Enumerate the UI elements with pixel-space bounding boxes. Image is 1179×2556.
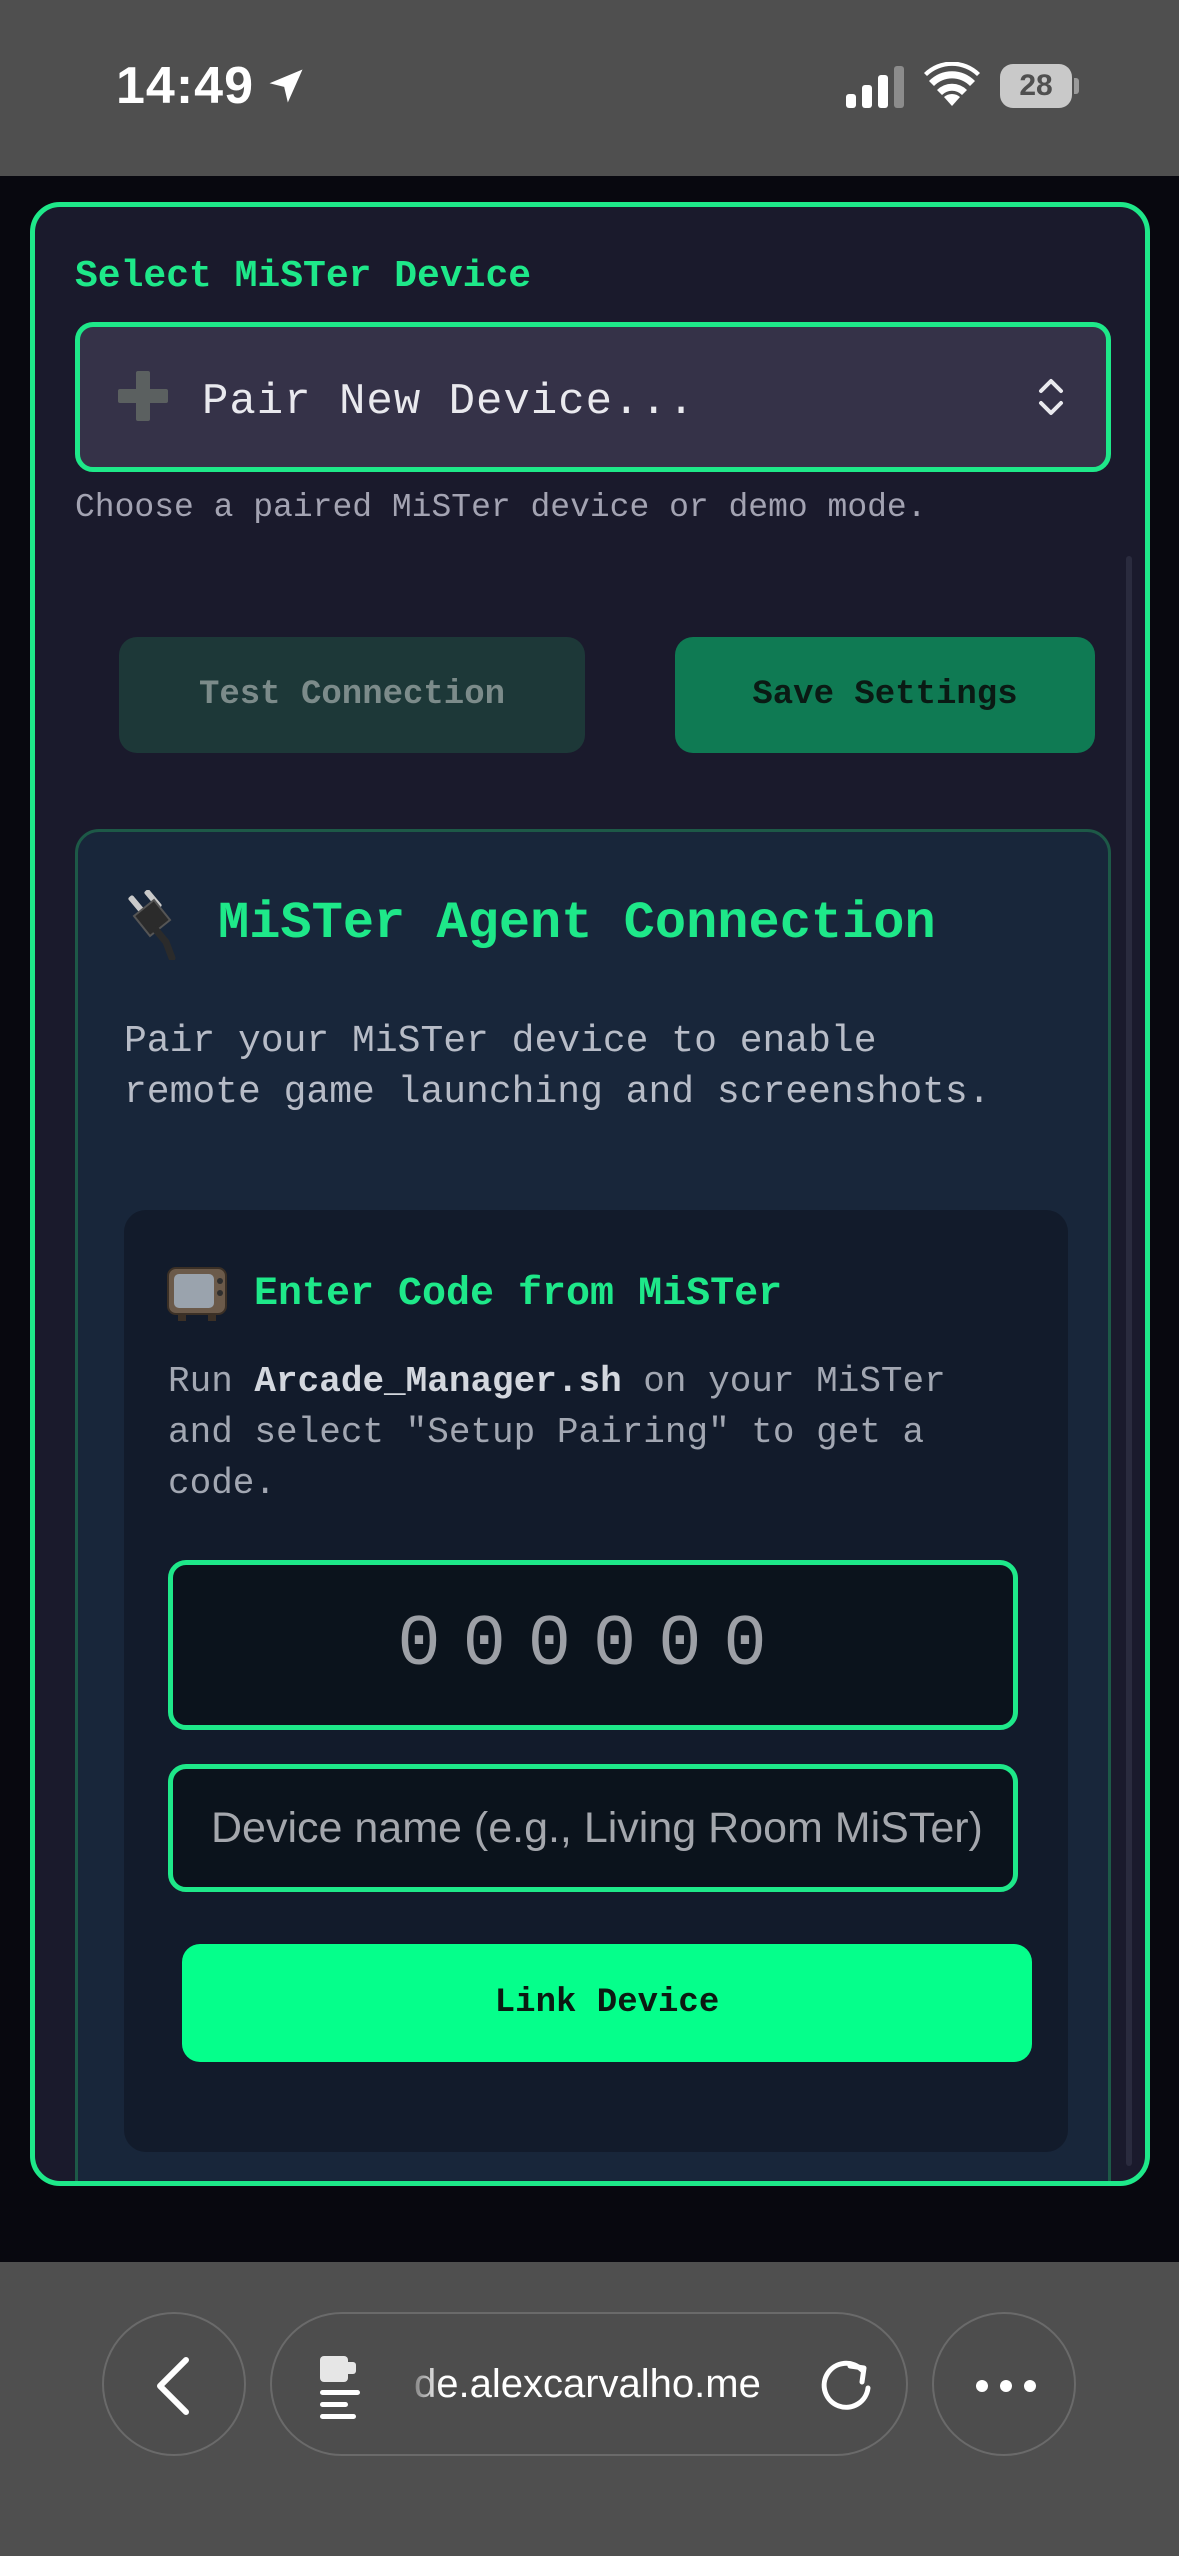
location-arrow-icon	[269, 69, 303, 103]
plug-icon	[128, 890, 176, 960]
save-settings-button[interactable]: Save Settings	[675, 637, 1095, 753]
url-fade	[402, 2344, 442, 2428]
chevron-up-down-icon	[1039, 379, 1063, 415]
more-dot-icon	[1024, 2380, 1036, 2392]
device-name-input[interactable]	[168, 1764, 1018, 1892]
pairing-section: Enter Code from MiSTer Run Arcade_Manage…	[124, 1210, 1068, 2152]
test-connection-button[interactable]: Test Connection	[119, 637, 585, 753]
pairing-code-input[interactable]	[168, 1560, 1018, 1730]
back-button[interactable]	[102, 2312, 246, 2456]
link-device-button[interactable]: Link Device	[182, 1944, 1032, 2062]
script-name: Arcade_Manager.sh	[254, 1361, 622, 1402]
more-dot-icon	[1000, 2380, 1012, 2392]
device-select-value: Pair New Device...	[202, 377, 696, 427]
status-bar: 14:49 28	[0, 0, 1179, 176]
pairing-instructions-prefix: Run	[168, 1361, 255, 1402]
pairing-instructions: Run Arcade_Manager.sh on your MiSTer and…	[168, 1356, 1008, 1509]
agent-connection-description: Pair your MiSTer device to enable remote…	[124, 1020, 991, 1114]
wifi-icon	[924, 62, 980, 106]
page-menu-icon	[320, 2356, 360, 2419]
battery-icon: 28	[1000, 64, 1079, 108]
agent-connection-card: MiSTer Agent Connection Pair your MiSTer…	[75, 829, 1111, 2181]
plus-icon	[118, 371, 168, 421]
status-time: 14:49	[116, 57, 254, 115]
device-select-label: Select MiSTer Device	[75, 255, 532, 298]
more-dot-icon	[976, 2380, 988, 2392]
url-text: de.alexcarvalho.me	[414, 2362, 761, 2406]
tv-icon	[167, 1267, 227, 1321]
scrollbar[interactable]	[1126, 556, 1132, 2166]
browser-toolbar: de.alexcarvalho.me	[0, 2262, 1179, 2556]
device-select-help: Choose a paired MiSTer device or demo mo…	[75, 489, 927, 526]
cellular-signal-icon	[846, 66, 904, 108]
pairing-title: Enter Code from MiSTer	[254, 1272, 783, 1317]
battery-level: 28	[1019, 69, 1053, 102]
agent-connection-title: MiSTer Agent Connection	[218, 894, 936, 953]
settings-panel: Select MiSTer Device Pair New Device... …	[30, 202, 1150, 2186]
chevron-left-icon	[157, 2357, 189, 2415]
page-content: Select MiSTer Device Pair New Device... …	[0, 176, 1179, 2262]
reload-icon[interactable]	[816, 2354, 878, 2418]
device-select[interactable]: Pair New Device...	[75, 322, 1111, 472]
more-options-button[interactable]	[932, 2312, 1076, 2456]
address-bar[interactable]: de.alexcarvalho.me	[270, 2312, 908, 2456]
